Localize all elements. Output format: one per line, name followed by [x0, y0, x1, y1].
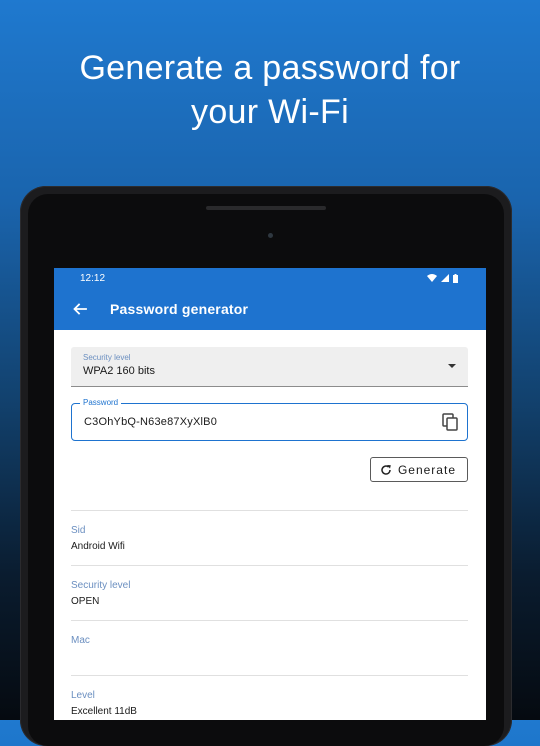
- status-time: 12:12: [80, 272, 106, 284]
- info-label: Sid: [71, 525, 86, 536]
- info-item-mac: Mac: [71, 621, 468, 676]
- security-level-select[interactable]: Security level WPA2 160 bits: [71, 347, 468, 387]
- wifi-info-list: Sid Android Wifi Security level OPEN Mac…: [71, 510, 468, 720]
- battery-icon: [453, 273, 458, 283]
- info-item-sid: Sid Android Wifi: [71, 511, 468, 566]
- app-bar: Password generator: [54, 288, 486, 330]
- password-field[interactable]: Password C3OhYbQ-N63e87XyXlB0: [71, 398, 468, 441]
- main-content: Security level WPA2 160 bits Password C3…: [54, 330, 486, 720]
- dropdown-caret-icon: [448, 364, 456, 368]
- refresh-icon: [381, 464, 391, 475]
- headline-line-1: Generate a password for: [79, 49, 461, 87]
- copy-icon[interactable]: [442, 413, 458, 431]
- speaker-grille: [206, 206, 326, 210]
- headline-line-2: your Wi-Fi: [191, 93, 349, 131]
- info-item-level: Level Excellent 11dB: [71, 676, 468, 720]
- app-title: Password generator: [110, 301, 249, 317]
- status-bar: 12:12: [54, 268, 486, 288]
- generate-button[interactable]: Generate: [369, 457, 468, 482]
- back-arrow-icon[interactable]: [72, 301, 88, 317]
- generate-row: Generate: [71, 457, 468, 482]
- wifi-icon: [427, 274, 437, 282]
- promo-headline: Generate a password for your Wi-Fi: [0, 46, 540, 134]
- security-level-label: Security level: [83, 353, 131, 362]
- info-value: OPEN: [71, 596, 100, 607]
- signal-icon: [441, 274, 449, 282]
- status-icons: [427, 273, 458, 283]
- app-screen: 12:12 Password generator Security level …: [54, 268, 486, 720]
- info-item-security-level: Security level OPEN: [71, 566, 468, 621]
- password-value[interactable]: C3OhYbQ-N63e87XyXlB0: [84, 404, 455, 440]
- password-label: Password: [80, 398, 122, 407]
- info-label: Level: [71, 690, 95, 701]
- info-label: Mac: [71, 635, 90, 646]
- info-value: Android Wifi: [71, 541, 125, 552]
- security-level-value: WPA2 160 bits: [83, 365, 155, 377]
- info-label: Security level: [71, 580, 131, 591]
- generate-button-label: Generate: [397, 462, 456, 477]
- front-camera: [268, 233, 273, 238]
- info-value: Excellent 11dB: [71, 706, 137, 717]
